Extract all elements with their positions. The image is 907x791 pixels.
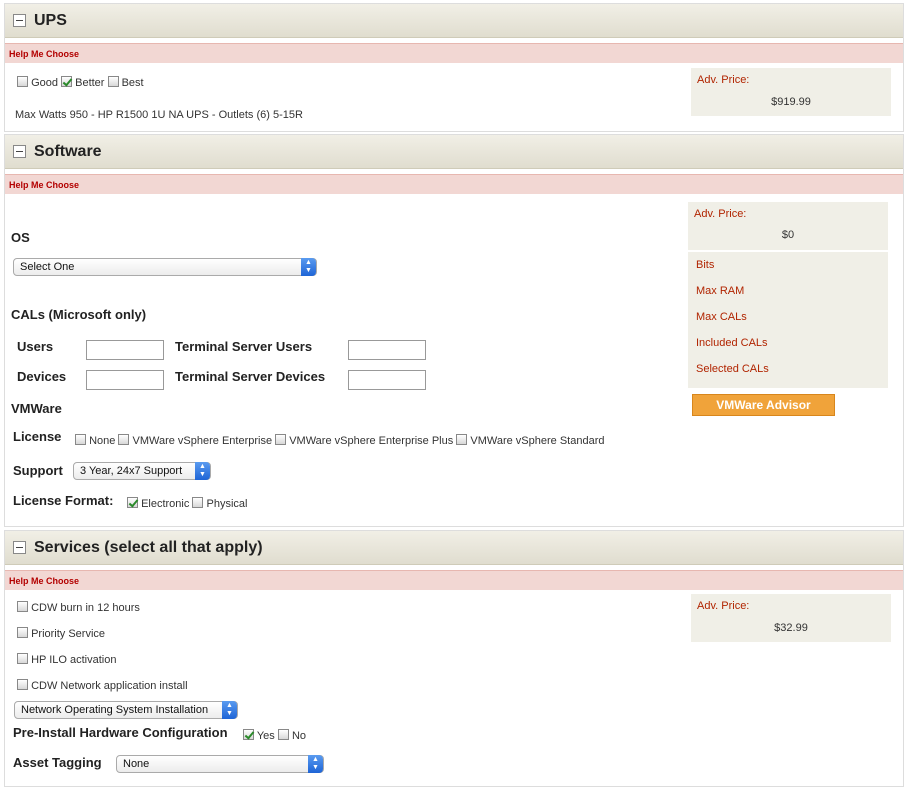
ts-devices-label: Terminal Server Devices [175, 369, 326, 384]
asset-select-value: None [123, 758, 150, 770]
price-label: Adv. Price: [694, 208, 747, 220]
os-select[interactable]: Select One ▲ ▼ [13, 258, 317, 276]
vmware-label: VMWare [11, 401, 62, 416]
preinstall-yes-checkbox[interactable] [243, 729, 254, 740]
license-none-label: None [89, 435, 116, 447]
physical-checkbox[interactable] [192, 497, 204, 508]
os-select-value: Select One [20, 261, 75, 273]
price-value: $0 [781, 229, 795, 241]
better-checkbox[interactable] [61, 76, 73, 87]
price-label: Adv. Price: [697, 74, 750, 86]
os-specs-box: Bits Max RAM Max CALs Included CALs Sele… [688, 252, 888, 388]
ts-devices-input[interactable] [348, 370, 426, 390]
ups-description: Max Watts 950 - HP R1500 1U NA UPS - Out… [15, 109, 303, 121]
license-format-label: License Format: [13, 493, 114, 508]
license-standard-checkbox[interactable] [456, 434, 468, 445]
license-none-checkbox[interactable] [75, 434, 86, 445]
ups-tier-options: Good Better Best [17, 76, 144, 89]
asset-tagging-label: Asset Tagging [13, 755, 102, 770]
license-enterprise-plus-checkbox[interactable] [275, 434, 287, 445]
service-checkbox[interactable] [17, 627, 28, 638]
devices-label: Devices [17, 369, 67, 384]
service-label: CDW burn in 12 hours [31, 602, 140, 614]
nos-select-value: Network Operating System Installation [21, 704, 209, 716]
ups-section: UPS Help Me Choose Good Better Best Max … [4, 3, 904, 132]
users-label: Users [17, 339, 54, 354]
preinstall-no-label: No [291, 730, 306, 742]
service-item[interactable]: Priority Service [17, 627, 105, 640]
price-value: $32.99 [774, 622, 808, 634]
spec-included-cals: Included CALs [696, 337, 768, 349]
section-title: UPS [34, 11, 67, 29]
spec-bits: Bits [696, 259, 715, 271]
price-label: Adv. Price: [697, 600, 750, 612]
service-label: Priority Service [31, 628, 106, 640]
best-label: Best [121, 77, 144, 89]
asset-tagging-select[interactable]: None ▲ ▼ [116, 755, 324, 773]
electronic-label: Electronic [141, 498, 190, 510]
preinstall-yes-label: Yes [256, 730, 275, 742]
license-options: None VMWare vSphere Enterprise VMWare vS… [75, 434, 604, 447]
help-me-choose-link[interactable]: Help Me Choose [5, 570, 903, 590]
license-standard-label: VMWare vSphere Standard [470, 435, 605, 447]
service-item[interactable]: HP ILO activation [17, 653, 116, 666]
preinstall-no-checkbox[interactable] [277, 729, 289, 740]
spec-max-ram: Max RAM [696, 285, 745, 297]
select-arrows-icon: ▲ ▼ [195, 462, 210, 480]
ups-price-box: Adv. Price: $919.99 [691, 68, 891, 116]
service-item[interactable]: CDW burn in 12 hours [17, 601, 140, 614]
good-checkbox[interactable] [17, 76, 28, 87]
better-label: Better [75, 77, 105, 89]
services-header[interactable]: Services (select all that apply) [5, 531, 903, 565]
license-enterprise-checkbox[interactable] [118, 434, 130, 445]
os-label: OS [11, 230, 30, 245]
ts-users-input[interactable] [348, 340, 426, 360]
select-arrows-icon: ▲ ▼ [222, 701, 237, 719]
license-enterprise-plus-label: VMWare vSphere Enterprise Plus [289, 435, 454, 447]
services-price-box: Adv. Price: $32.99 [691, 594, 891, 642]
collapse-icon[interactable] [13, 145, 26, 158]
physical-label: Physical [206, 498, 248, 510]
preinstall-label: Pre-Install Hardware Configuration [13, 725, 228, 740]
ups-header[interactable]: UPS [5, 4, 903, 38]
electronic-checkbox[interactable] [127, 497, 138, 508]
spec-max-cals: Max CALs [696, 311, 747, 323]
spec-selected-cals: Selected CALs [696, 363, 769, 375]
software-header[interactable]: Software [5, 135, 903, 169]
service-label: HP ILO activation [31, 654, 117, 666]
support-label: Support [13, 463, 63, 478]
section-title: Software [34, 142, 102, 160]
help-me-choose-link[interactable]: Help Me Choose [5, 174, 903, 194]
collapse-icon[interactable] [13, 541, 26, 554]
best-checkbox[interactable] [107, 76, 119, 87]
service-checkbox[interactable] [17, 601, 28, 612]
select-arrows-icon: ▲ ▼ [308, 755, 323, 773]
users-input[interactable] [86, 340, 164, 360]
price-value: $919.99 [771, 96, 811, 108]
good-label: Good [31, 77, 58, 89]
software-price-box: Adv. Price: $0 [688, 202, 888, 250]
service-checkbox[interactable] [17, 679, 28, 690]
help-me-choose-link[interactable]: Help Me Choose [5, 43, 903, 63]
devices-input[interactable] [86, 370, 164, 390]
service-label: CDW Network application install [31, 680, 188, 692]
software-section: Software Help Me Choose OS Select One ▲ ▼… [4, 134, 904, 527]
support-select[interactable]: 3 Year, 24x7 Support ▲ ▼ [73, 462, 211, 480]
cals-label: CALs (Microsoft only) [11, 307, 147, 322]
ts-users-label: Terminal Server Users [175, 339, 313, 354]
license-format-options: Electronic Physical [127, 497, 247, 510]
preinstall-options: Yes No [243, 729, 306, 742]
services-section: Services (select all that apply) Help Me… [4, 530, 904, 787]
service-checkbox[interactable] [17, 653, 28, 664]
collapse-icon[interactable] [13, 14, 26, 27]
vmware-advisor-button[interactable]: VMWare Advisor [692, 394, 835, 416]
select-arrows-icon: ▲ ▼ [301, 258, 316, 276]
license-enterprise-label: VMWare vSphere Enterprise [132, 435, 273, 447]
service-item[interactable]: CDW Network application install [17, 679, 188, 692]
nos-install-select[interactable]: Network Operating System Installation ▲ ▼ [14, 701, 238, 719]
license-label: License [13, 429, 62, 444]
support-select-value: 3 Year, 24x7 Support [80, 465, 183, 477]
section-title: Services (select all that apply) [34, 538, 263, 556]
